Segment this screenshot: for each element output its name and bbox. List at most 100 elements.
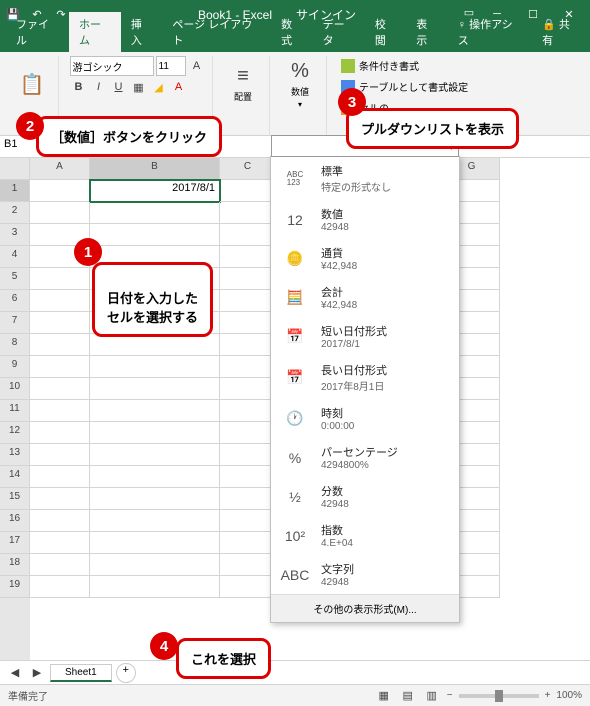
cell[interactable] [90, 356, 220, 378]
row-header[interactable]: 5 [0, 268, 30, 290]
cell[interactable] [220, 466, 276, 488]
cell[interactable] [220, 576, 276, 598]
cell[interactable] [30, 554, 90, 576]
cell[interactable] [220, 246, 276, 268]
row-header[interactable]: 13 [0, 444, 30, 466]
col-header[interactable]: A [30, 158, 90, 180]
row-header[interactable]: 9 [0, 356, 30, 378]
cell[interactable] [90, 444, 220, 466]
cell[interactable] [30, 334, 90, 356]
row-header[interactable]: 10 [0, 378, 30, 400]
cell[interactable] [90, 488, 220, 510]
tab-挿入[interactable]: 挿入 [121, 12, 162, 52]
cell[interactable] [90, 202, 220, 224]
row-header[interactable]: 15 [0, 488, 30, 510]
cell[interactable] [30, 400, 90, 422]
cell[interactable] [220, 224, 276, 246]
cell[interactable] [90, 532, 220, 554]
cell[interactable]: 2017/8/1 [90, 180, 220, 202]
row-header[interactable]: 18 [0, 554, 30, 576]
format-option-時刻[interactable]: 🕐時刻0:00:00 [271, 399, 459, 438]
more-formats-item[interactable]: その他の表示形式(M)... [271, 594, 459, 622]
cell[interactable] [30, 378, 90, 400]
align-button[interactable]: ≡配置 [223, 56, 263, 112]
row-header[interactable]: 1 [0, 180, 30, 202]
tab-共有[interactable]: 🔒 共有 [532, 12, 590, 52]
row-header[interactable]: 11 [0, 400, 30, 422]
tab-データ[interactable]: データ [313, 12, 365, 52]
cell[interactable] [220, 180, 276, 202]
add-sheet-button[interactable]: + [116, 663, 136, 683]
cell[interactable] [30, 268, 90, 290]
cell[interactable] [220, 356, 276, 378]
cell[interactable] [220, 378, 276, 400]
tab-操作アシス[interactable]: ♀ 操作アシス [448, 12, 532, 52]
cell[interactable] [220, 422, 276, 444]
cell[interactable] [220, 488, 276, 510]
cell[interactable] [90, 466, 220, 488]
format-option-文字列[interactable]: ABC文字列42948 [271, 555, 459, 594]
font-name-select[interactable] [70, 56, 154, 76]
cell[interactable] [30, 444, 90, 466]
cell[interactable] [220, 268, 276, 290]
cell[interactable] [90, 224, 220, 246]
fill-color-button[interactable]: ◢ [150, 78, 168, 96]
col-header[interactable]: C [220, 158, 276, 180]
format-option-通貨[interactable]: 🪙通貨¥42,948 [271, 239, 459, 278]
cell[interactable] [220, 532, 276, 554]
sheet-tab[interactable]: Sheet1 [50, 664, 112, 682]
cell[interactable] [220, 312, 276, 334]
bold-button[interactable]: B [70, 78, 88, 96]
cell[interactable] [30, 576, 90, 598]
cell[interactable] [90, 400, 220, 422]
conditional-format-button[interactable]: 条件付き書式 [337, 56, 472, 75]
format-option-数値[interactable]: 12数値42948 [271, 200, 459, 239]
tab-表示[interactable]: 表示 [406, 12, 447, 52]
cell[interactable] [220, 554, 276, 576]
format-option-標準[interactable]: ABC123標準特定の形式なし [271, 157, 459, 200]
col-header[interactable]: B [90, 158, 220, 180]
format-option-短い日付形式[interactable]: 📅短い日付形式2017/8/1 [271, 317, 459, 356]
page-layout-view-icon[interactable]: ▤ [399, 687, 417, 705]
cell[interactable] [90, 422, 220, 444]
row-header[interactable]: 16 [0, 510, 30, 532]
format-option-長い日付形式[interactable]: 📅長い日付形式2017年8月1日 [271, 356, 459, 399]
cell[interactable] [90, 576, 220, 598]
cell[interactable] [220, 334, 276, 356]
sheet-nav-next-icon[interactable]: ▶ [28, 664, 46, 682]
increase-font-button[interactable]: A [188, 57, 206, 75]
row-header[interactable]: 2 [0, 202, 30, 224]
cell[interactable] [30, 356, 90, 378]
cell[interactable] [220, 290, 276, 312]
row-header[interactable]: 8 [0, 334, 30, 356]
cell[interactable] [90, 554, 220, 576]
cell[interactable] [220, 510, 276, 532]
number-format-button[interactable]: %数値▾ [280, 56, 320, 112]
tab-校閲[interactable]: 校閲 [365, 12, 406, 52]
row-header[interactable]: 4 [0, 246, 30, 268]
cell[interactable] [30, 532, 90, 554]
select-all-corner[interactable] [0, 158, 30, 180]
row-header[interactable]: 3 [0, 224, 30, 246]
row-header[interactable]: 6 [0, 290, 30, 312]
sheet-nav-prev-icon[interactable]: ◀ [6, 664, 24, 682]
border-button[interactable]: ▦ [130, 78, 148, 96]
italic-button[interactable]: I [90, 78, 108, 96]
zoom-slider[interactable] [459, 694, 539, 698]
font-size-select[interactable] [156, 56, 186, 76]
underline-button[interactable]: U [110, 78, 128, 96]
tab-ホーム[interactable]: ホーム [69, 12, 121, 52]
cell[interactable] [90, 378, 220, 400]
format-option-パーセンテージ[interactable]: %パーセンテージ4294800% [271, 438, 459, 477]
format-option-会計[interactable]: 🧮会計¥42,948 [271, 278, 459, 317]
cell[interactable] [30, 202, 90, 224]
cell[interactable] [30, 466, 90, 488]
row-header[interactable]: 19 [0, 576, 30, 598]
cell[interactable] [220, 444, 276, 466]
row-header[interactable]: 14 [0, 466, 30, 488]
cell[interactable] [220, 400, 276, 422]
cell[interactable] [30, 312, 90, 334]
cell[interactable] [90, 510, 220, 532]
cell[interactable] [30, 510, 90, 532]
format-option-指数[interactable]: 10²指数4.E+04 [271, 516, 459, 555]
